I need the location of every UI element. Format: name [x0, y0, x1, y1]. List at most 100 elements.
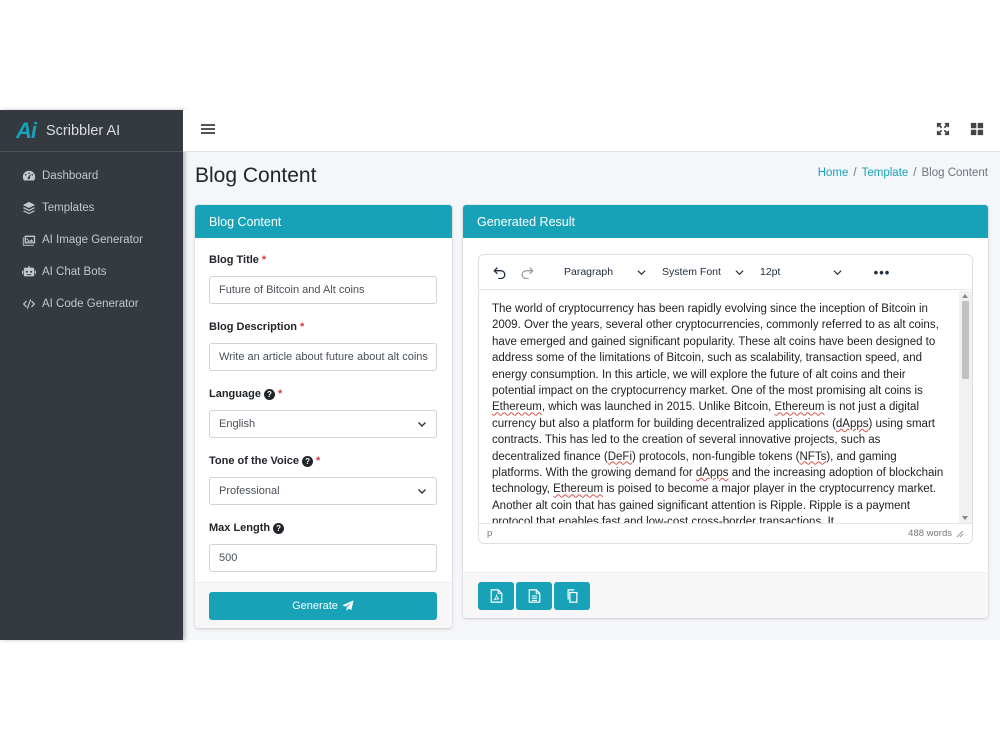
fullscreen-icon[interactable]: [936, 122, 950, 136]
brand[interactable]: Ai Scribbler AI: [0, 110, 183, 152]
code-icon: [20, 297, 38, 311]
label-text: Tone of the Voice: [209, 455, 300, 467]
robot-icon: [20, 265, 38, 279]
redo-icon[interactable]: [518, 263, 536, 281]
brand-name: Scribbler AI: [46, 122, 121, 139]
misspelled-word: DeFi: [607, 450, 632, 463]
sidebar: Ai Scribbler AI Dashboard Templates AI I…: [0, 110, 183, 640]
rich-text-editor: Paragraph System Font 12pt ••• The world…: [478, 254, 973, 544]
max-length-input[interactable]: 500: [209, 544, 437, 572]
sidebar-item-templates[interactable]: Templates: [0, 192, 183, 224]
required-mark: *: [277, 388, 283, 400]
text-run: The world of cryptocurrency has been rap…: [492, 303, 939, 398]
required-mark: *: [261, 254, 267, 266]
blog-title-label: Blog Title *: [209, 252, 438, 268]
editor-toolbar: Paragraph System Font 12pt •••: [479, 255, 972, 290]
required-mark: *: [300, 321, 305, 333]
file-text-icon: [528, 589, 540, 603]
tone-selected-value: Professional: [219, 485, 280, 497]
resize-handle-icon[interactable]: [956, 530, 964, 538]
required-mark: *: [316, 455, 321, 467]
copy-button[interactable]: [554, 582, 590, 610]
layers-icon: [20, 201, 38, 215]
breadcrumb-template[interactable]: Template: [862, 167, 909, 179]
question-circle-icon[interactable]: ?: [302, 455, 314, 467]
breadcrumb-separator: /: [913, 167, 917, 179]
text-run: , which was launched in 2015. Unlike Bit…: [541, 401, 775, 414]
app-shell: Ai Scribbler AI Dashboard Templates AI I…: [0, 110, 1000, 640]
sidebar-item-dashboard[interactable]: Dashboard: [0, 160, 183, 192]
generate-button[interactable]: Generate: [209, 592, 437, 620]
element-path[interactable]: p: [487, 528, 492, 539]
chevron-down-icon: [735, 269, 744, 275]
text-run: ) protocols, non-fungible tokens (: [632, 450, 800, 463]
more-options-icon[interactable]: •••: [870, 263, 894, 281]
font-family-dropdown[interactable]: System Font: [656, 261, 750, 283]
result-actions-footer: [463, 572, 988, 618]
misspelled-word: NFTs: [799, 450, 827, 463]
hamburger-icon[interactable]: [201, 122, 215, 136]
sidebar-item-label: AI Chat Bots: [42, 266, 107, 278]
misspelled-word: dApps: [835, 417, 869, 430]
editor-content[interactable]: The world of cryptocurrency has been rap…: [479, 291, 959, 523]
misspelled-word: Ethereum: [774, 401, 825, 414]
dashboard-icon: [20, 169, 38, 183]
sidebar-item-ai-image-generator[interactable]: AI Image Generator: [0, 224, 183, 256]
sidebar-item-ai-code-generator[interactable]: AI Code Generator: [0, 288, 183, 320]
sidebar-item-ai-chat-bots[interactable]: AI Chat Bots: [0, 256, 183, 288]
breadcrumb-current: Blog Content: [921, 167, 989, 179]
copy-icon: [567, 589, 577, 603]
label-text: Max Length: [209, 522, 271, 534]
language-selected-value: English: [219, 418, 256, 430]
top-navbar: [183, 110, 1000, 152]
undo-icon[interactable]: [491, 263, 509, 281]
misspelled-word: Ethereum: [492, 401, 542, 414]
blog-form-card: Blog Content Blog Title * Future of Bitco…: [195, 205, 452, 628]
editor-scrollbar[interactable]: [959, 291, 972, 523]
blog-description-input[interactable]: Write an article about future about alt …: [209, 343, 437, 371]
tone-select[interactable]: Professional: [209, 477, 437, 505]
breadcrumb: Home / Template / Blog Content: [818, 167, 988, 179]
chevron-down-icon: [418, 489, 426, 494]
block-format-dropdown[interactable]: Paragraph: [558, 261, 652, 283]
question-circle-icon[interactable]: ?: [273, 522, 285, 534]
editor-statusbar: p 488 words: [479, 523, 972, 543]
block-format-value: Paragraph: [564, 266, 614, 278]
breadcrumb-home[interactable]: Home: [818, 167, 849, 179]
scrollbar-thumb[interactable]: [962, 301, 969, 379]
generate-button-label: Generate: [292, 600, 338, 612]
download-doc-button[interactable]: [516, 582, 552, 610]
chevron-down-icon: [418, 422, 426, 427]
word-count-area: 488 words: [908, 528, 964, 539]
blog-description-label: Blog Description *: [209, 319, 438, 335]
scroll-down-arrow[interactable]: [962, 516, 968, 520]
blog-title-input[interactable]: Future of Bitcoin and Alt coins: [209, 276, 437, 304]
brand-logo: Ai: [16, 117, 37, 143]
sidebar-item-label: Templates: [42, 202, 95, 214]
sidebar-item-label: AI Code Generator: [42, 298, 139, 310]
blog-form-footer: Generate: [195, 582, 452, 628]
word-count[interactable]: 488 words: [908, 528, 952, 539]
grid-icon[interactable]: [970, 122, 984, 136]
tone-label: Tone of the Voice? *: [209, 453, 438, 469]
scroll-up-arrow[interactable]: [962, 294, 968, 298]
language-select[interactable]: English: [209, 410, 437, 438]
generated-result-header: Generated Result: [463, 205, 988, 238]
sidebar-nav: Dashboard Templates AI Image Generator A…: [0, 160, 183, 320]
font-size-dropdown[interactable]: 12pt: [754, 261, 848, 283]
blog-form: Blog Title * Future of Bitcoin and Alt co…: [195, 238, 452, 572]
misspelled-word: dApps: [695, 467, 729, 480]
blog-form-header: Blog Content: [195, 205, 452, 238]
question-circle-icon[interactable]: ?: [263, 388, 275, 400]
language-label: Language? *: [209, 386, 438, 402]
image-icon: [20, 233, 38, 247]
label-text: Language: [209, 388, 261, 400]
page-title: Blog Content: [195, 164, 317, 187]
label-text: Blog Description: [209, 321, 298, 333]
paper-plane-icon: [342, 600, 354, 611]
max-length-label: Max Length?: [209, 520, 438, 536]
label-text: Blog Title: [209, 254, 259, 266]
font-family-value: System Font: [662, 266, 721, 278]
sidebar-item-label: Dashboard: [42, 170, 99, 182]
download-pdf-button[interactable]: [478, 582, 514, 610]
